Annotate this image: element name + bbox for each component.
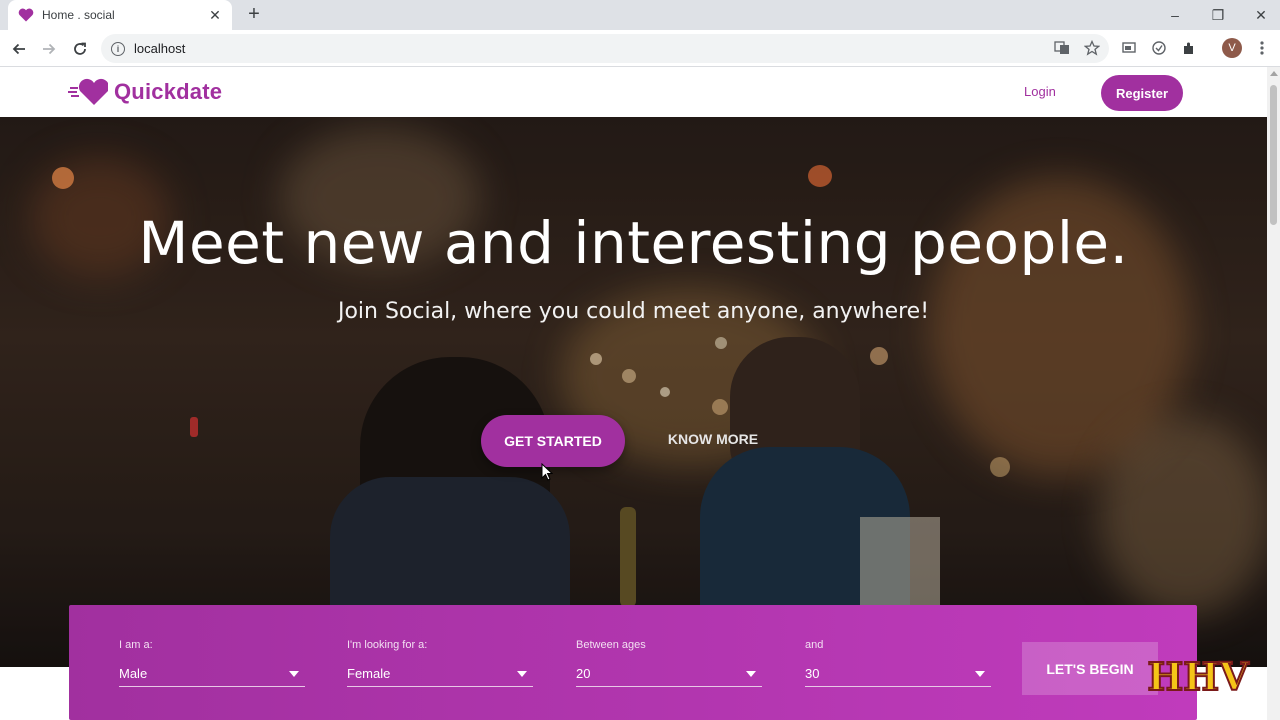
field-label: Between ages <box>576 639 646 651</box>
heart-favicon-icon <box>18 7 34 23</box>
close-window-button[interactable]: ✕ <box>1239 0 1280 30</box>
age-max-select[interactable]: 30 <box>805 661 991 687</box>
reload-icon <box>74 42 86 55</box>
tab-strip: Home . social ✕ + – ❐ ✕ <box>0 0 1280 30</box>
info-icon[interactable]: i <box>111 41 125 56</box>
browser-tab[interactable]: Home . social ✕ <box>8 0 232 30</box>
cast-icon[interactable] <box>1117 36 1141 60</box>
tab-title: Home . social <box>42 8 115 22</box>
scroll-up-icon[interactable] <box>1270 71 1278 76</box>
field-label: and <box>805 639 824 651</box>
brand-logo[interactable]: Quickdate <box>68 78 222 106</box>
bookmark-star-icon[interactable] <box>1080 36 1104 60</box>
caret-down-icon <box>746 670 756 677</box>
caret-down-icon <box>517 670 527 677</box>
field-value: 20 <box>576 666 591 681</box>
field-value: 30 <box>805 666 820 681</box>
looking-for-select[interactable]: Female <box>347 661 533 687</box>
extension-puzzle-icon[interactable] <box>1177 36 1201 60</box>
hero-subtitle: Join Social, where you could meet anyone… <box>337 299 930 324</box>
heart-logo-icon <box>68 78 108 105</box>
page-viewport: Quickdate Login Register Meet new and in… <box>0 67 1267 720</box>
age-min-select[interactable]: 20 <box>576 661 762 687</box>
field-label: I am a: <box>119 639 153 651</box>
caret-down-icon <box>975 670 985 677</box>
page-scrollbar[interactable] <box>1267 67 1280 720</box>
know-more-link[interactable]: KNOW MORE <box>660 431 766 447</box>
field-value: Female <box>347 666 391 681</box>
gender-select[interactable]: Male <box>119 661 305 687</box>
mouse-cursor-icon <box>541 463 553 481</box>
forward-button[interactable] <box>36 36 62 62</box>
brand-name: Quickdate <box>114 79 223 104</box>
field-label: I'm looking for a: <box>347 639 428 651</box>
hero-section: Meet new and interesting people. Join So… <box>0 117 1267 667</box>
register-button[interactable]: Register <box>1101 75 1183 111</box>
address-bar[interactable]: i localhost <box>101 34 1109 63</box>
age-min-field: Between ages 20 <box>576 639 762 687</box>
hero-title: Meet new and interesting people. <box>138 209 1129 277</box>
svg-text:HHV: HHV <box>1147 654 1250 699</box>
browser-toolbar: i localhost V <box>0 30 1280 67</box>
arrow-right-icon <box>43 43 56 55</box>
profile-avatar[interactable]: V <box>1222 38 1242 58</box>
more-menu-icon[interactable] <box>1250 36 1274 60</box>
age-max-field: and 30 <box>805 639 991 687</box>
looking-for-field: I'm looking for a: Female <box>347 639 533 687</box>
caret-down-icon <box>289 670 299 677</box>
search-panel: I am a: Male I'm looking for a: Female B… <box>69 605 1197 720</box>
scrollbar-thumb[interactable] <box>1270 85 1277 225</box>
back-button[interactable] <box>6 36 32 62</box>
translate-icon[interactable] <box>1050 36 1074 60</box>
site-header: Quickdate Login Register <box>0 67 1267 117</box>
watermark-logo: HHV <box>1146 653 1251 700</box>
get-started-button[interactable]: GET STARTED <box>481 415 625 467</box>
sync-extension-icon[interactable] <box>1147 36 1171 60</box>
field-value: Male <box>119 666 148 681</box>
arrow-left-icon <box>12 43 25 55</box>
reload-button[interactable] <box>67 36 93 62</box>
address-url: localhost <box>134 41 186 56</box>
tab-close-icon[interactable]: ✕ <box>206 7 224 24</box>
minimize-button[interactable]: – <box>1153 0 1197 30</box>
new-tab-button[interactable]: + <box>243 3 265 25</box>
login-link[interactable]: Login <box>1024 84 1056 99</box>
restore-button[interactable]: ❐ <box>1196 0 1240 30</box>
gender-field: I am a: Male <box>119 639 305 687</box>
